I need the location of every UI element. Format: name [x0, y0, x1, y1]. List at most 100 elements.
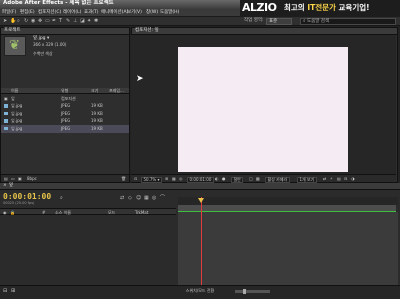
- menu-effect[interactable]: 효과(T): [84, 10, 99, 16]
- col-mode[interactable]: 모드: [108, 210, 115, 215]
- zoom-tool-icon[interactable]: ⌕: [17, 19, 22, 24]
- frame-blending-icon[interactable]: ▦: [144, 196, 149, 201]
- text-tool-icon[interactable]: T: [59, 19, 64, 24]
- col-source-name[interactable]: 소스 이름: [55, 210, 71, 215]
- menu-help[interactable]: 도움말(H): [160, 10, 179, 16]
- menu-animation[interactable]: 애니메이션(A): [101, 10, 128, 16]
- hide-shy-icon[interactable]: ☺: [136, 196, 141, 201]
- list-item[interactable]: 잎.jpg JPEG 19 KB: [1, 118, 129, 126]
- list-item[interactable]: ▣ 잎 컴포지션: [1, 95, 129, 103]
- help-search-input[interactable]: ⌕ 도움말 검색: [300, 18, 396, 25]
- draft-3d-icon[interactable]: ◇: [128, 196, 132, 201]
- av-switch-icon[interactable]: ◉: [3, 210, 7, 215]
- exposure-icon[interactable]: ◑: [351, 176, 355, 181]
- comp-mini-flowchart-icon[interactable]: ⇄: [120, 196, 124, 201]
- col-name[interactable]: 이름: [11, 89, 18, 93]
- toggle-switches-modes[interactable]: 스위치/모드 전환: [186, 289, 214, 293]
- lock-icon[interactable]: 🔒: [10, 210, 15, 215]
- pan-behind-tool-icon[interactable]: ✥: [38, 19, 43, 24]
- composition-canvas[interactable]: [178, 47, 348, 172]
- menu-file[interactable]: 파일(F): [2, 10, 16, 16]
- interpret-footage-icon[interactable]: ▤: [4, 176, 8, 181]
- pen-tool-icon[interactable]: ✒: [52, 19, 57, 24]
- motion-blur-icon[interactable]: ◎: [152, 196, 156, 201]
- leaf-image-icon: ❦: [9, 38, 20, 53]
- row-size: 19 KB: [91, 125, 103, 131]
- fast-previews-icon[interactable]: ⚡: [330, 176, 333, 181]
- grid-icon[interactable]: ▦: [172, 176, 176, 181]
- bpc-label[interactable]: 8bpc: [27, 177, 37, 181]
- views-layout-select[interactable]: 1개 보기: [297, 176, 317, 183]
- hand-tool-icon[interactable]: ✋: [10, 19, 16, 24]
- comp-flowchart-icon[interactable]: ⊟: [344, 176, 347, 181]
- col-frame[interactable]: 프레임...: [109, 89, 124, 93]
- layer-track-area[interactable]: [178, 212, 398, 285]
- brush-tool-icon[interactable]: ✎: [66, 19, 71, 24]
- search-icon[interactable]: ⌕: [60, 196, 63, 201]
- trash-icon[interactable]: 🗑: [121, 176, 126, 181]
- eraser-tool-icon[interactable]: ◪: [80, 19, 85, 24]
- camera-tool-icon[interactable]: ◉: [31, 19, 36, 24]
- timeline-tab-bar: × 잎: [0, 183, 400, 190]
- timeline-fps: 00025 (25.00 fps): [3, 201, 35, 205]
- timeline-zoom-slider[interactable]: [235, 289, 270, 294]
- composition-tab[interactable]: 컴포지션: 잎: [132, 28, 397, 35]
- puppet-tool-icon[interactable]: ✱: [94, 19, 99, 24]
- composition-icon: ▣: [4, 95, 8, 101]
- camera-view-select[interactable]: 활성 카메라: [265, 176, 290, 183]
- timeline-current-time[interactable]: 0:00:01:00: [3, 193, 51, 201]
- timeline-icon[interactable]: ▤: [337, 176, 341, 181]
- workspace-select[interactable]: 표준: [266, 18, 292, 25]
- menu-layer[interactable]: 레이어(L): [63, 10, 81, 16]
- list-item[interactable]: 잎.jpg JPEG 19 KB: [1, 103, 129, 111]
- col-type[interactable]: 유형: [61, 89, 68, 93]
- channel-icon[interactable]: ●: [222, 176, 226, 181]
- col-size[interactable]: 크기: [91, 89, 98, 93]
- playhead-handle[interactable]: [198, 198, 204, 203]
- preview-name[interactable]: 잎.jpg ▾: [33, 36, 49, 42]
- row-type: JPEG: [61, 103, 71, 108]
- transparency-grid-icon[interactable]: ▩: [256, 176, 260, 181]
- new-folder-icon[interactable]: ▭: [11, 176, 15, 181]
- expand-modes-icon[interactable]: ⊞: [11, 289, 15, 294]
- stamp-tool-icon[interactable]: ⊥: [73, 19, 78, 24]
- safe-zones-icon[interactable]: ⊞: [165, 176, 168, 181]
- row-name: 잎.jpg: [11, 103, 23, 108]
- new-composition-icon[interactable]: ▣: [18, 176, 22, 181]
- row-type: JPEG: [61, 118, 71, 123]
- roto-brush-tool-icon[interactable]: ✦: [87, 19, 92, 24]
- tools-toolbar: ➤ ✋ ⌕ ↻ ◉ ✥ ▭ ✒ T ✎ ⊥ ◪ ✦ ✱ 작업 영역: 표준 ⌕ …: [0, 17, 400, 26]
- alzio-logo: ALZIO: [242, 1, 277, 14]
- rectangle-tool-icon[interactable]: ▭: [45, 19, 50, 24]
- graph-editor-icon[interactable]: ⌒: [160, 196, 165, 201]
- row-type: JPEG: [61, 125, 71, 131]
- preview-thumbnail: ❦: [4, 36, 26, 56]
- expand-switches-icon[interactable]: ⊟: [3, 289, 7, 294]
- project-columns-header: 이름 유형 크기 프레임...: [1, 88, 129, 94]
- preview-dims: 366 x 329 (1.00): [33, 42, 67, 47]
- timeline-close-icon[interactable]: ×: [3, 183, 7, 189]
- menu-edit[interactable]: 편집(E): [20, 10, 35, 16]
- snapshot-icon[interactable]: ◐: [215, 176, 219, 181]
- current-time-indicator[interactable]: [201, 197, 202, 285]
- region-icon[interactable]: ▢: [249, 176, 253, 181]
- rotate-tool-icon[interactable]: ↻: [24, 19, 29, 24]
- timeline-tab[interactable]: 잎: [9, 183, 13, 189]
- project-tab[interactable]: 프로젝트: [1, 28, 129, 35]
- list-item[interactable]: 잎.jpg JPEG 19 KB: [1, 125, 129, 133]
- camera-snapshot-icon[interactable]: ◎: [179, 176, 183, 181]
- list-item[interactable]: 잎.jpg JPEG 19 KB: [1, 110, 129, 118]
- image-file-icon: [4, 104, 8, 108]
- always-preview-icon[interactable]: ⊡: [134, 176, 137, 181]
- selection-tool-icon[interactable]: ➤: [3, 19, 8, 24]
- resolution-select[interactable]: 절반: [231, 176, 244, 183]
- flowchart-icon[interactable]: ⇄: [323, 176, 326, 181]
- image-file-icon: [4, 111, 8, 116]
- menu-window[interactable]: 창(W): [146, 10, 158, 16]
- time-ruler[interactable]: [178, 197, 398, 205]
- menu-composition[interactable]: 컴포지션(C): [38, 10, 61, 16]
- col-trkmat[interactable]: TrkMat: [135, 210, 148, 215]
- current-time-display[interactable]: 0:00:01:00: [187, 176, 214, 183]
- zoom-select[interactable]: 50.7% ▾: [141, 176, 162, 183]
- menu-view[interactable]: 보기(V): [127, 10, 142, 16]
